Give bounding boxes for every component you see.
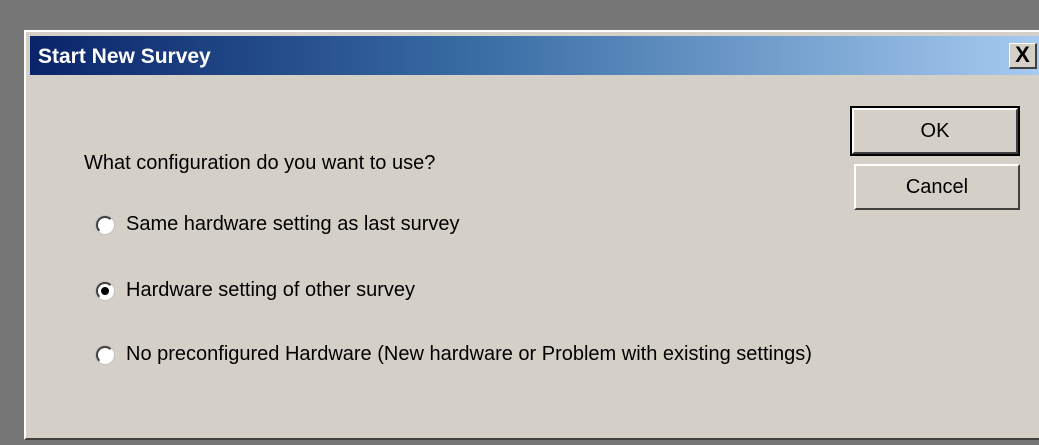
option-other-survey[interactable]: Hardware setting of other survey — [96, 279, 415, 302]
option-label[interactable]: Hardware setting of other survey — [126, 279, 415, 302]
radio-no-preconfigured[interactable] — [96, 345, 114, 364]
option-same-hardware[interactable]: Same hardware setting as last survey — [96, 213, 460, 236]
dialog-title: Start New Survey — [38, 45, 211, 68]
ok-button[interactable]: OK — [850, 106, 1020, 156]
close-icon: X — [1015, 42, 1030, 67]
option-label[interactable]: No preconfigured Hardware (New hardware … — [126, 343, 812, 366]
cancel-button[interactable]: Cancel — [854, 164, 1020, 210]
option-no-preconfigured[interactable]: No preconfigured Hardware (New hardware … — [96, 343, 812, 366]
start-new-survey-dialog: Start New Survey X What configuration do… — [24, 30, 1039, 440]
radio-selected-dot — [101, 286, 109, 295]
radio-other-survey[interactable] — [96, 281, 114, 300]
radio-same-hardware[interactable] — [96, 215, 114, 234]
config-prompt: What configuration do you want to use? — [84, 152, 436, 174]
title-bar[interactable]: Start New Survey X — [30, 36, 1039, 75]
option-label[interactable]: Same hardware setting as last survey — [126, 213, 460, 236]
close-button[interactable]: X — [1009, 43, 1037, 69]
